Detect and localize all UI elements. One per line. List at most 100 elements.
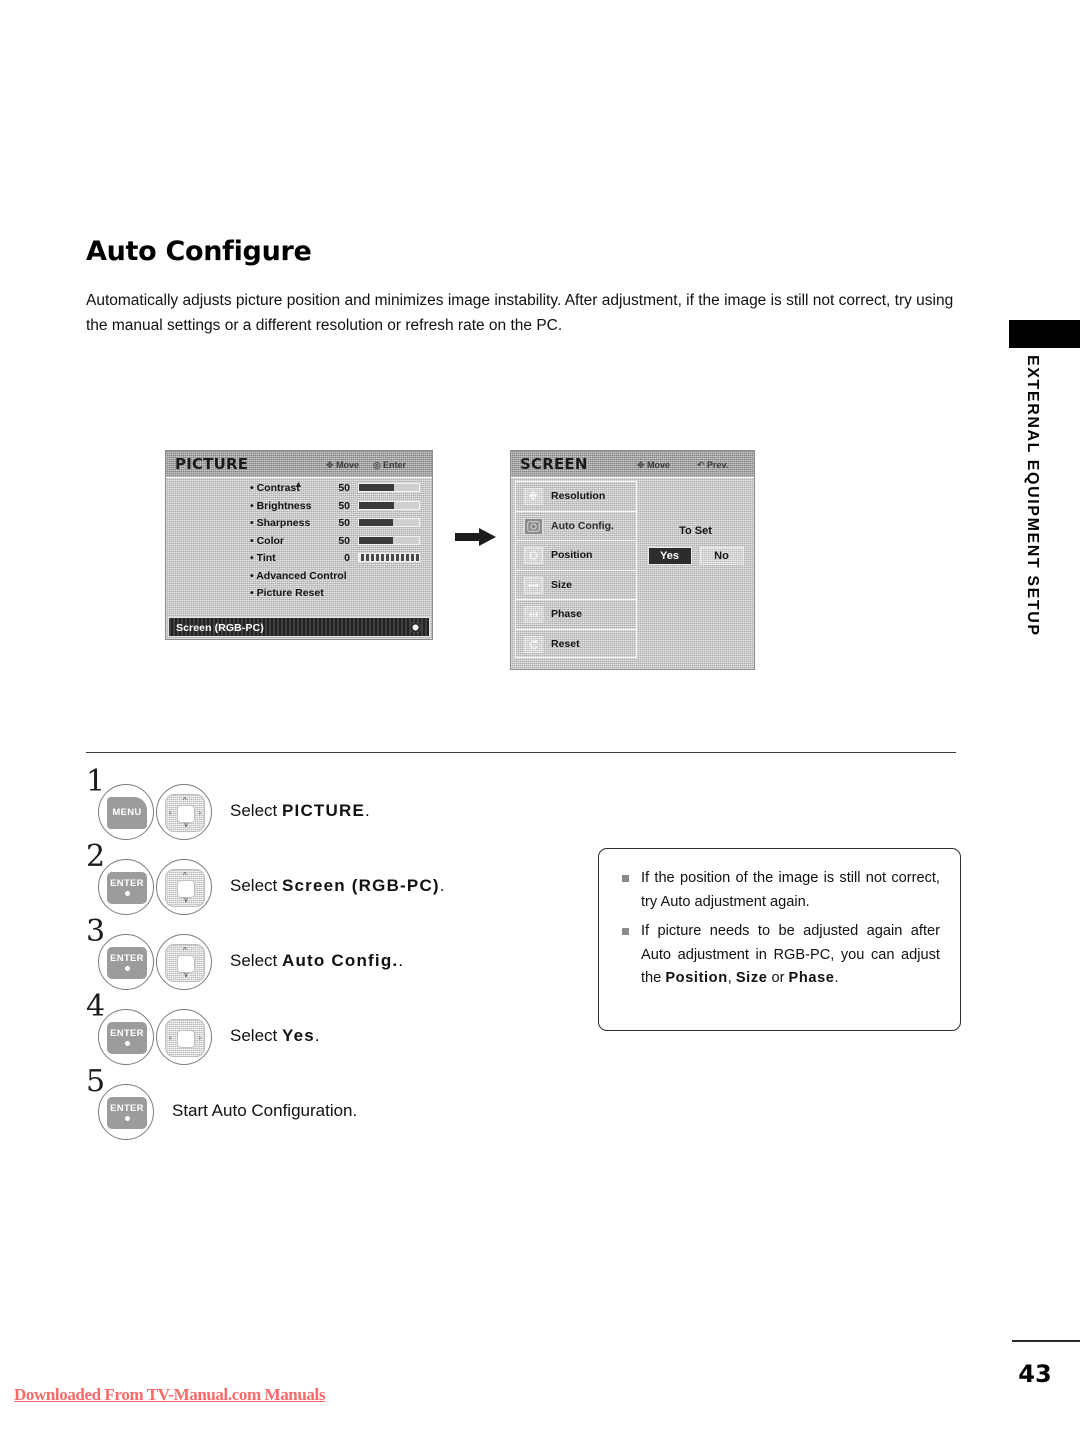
osd-screen-item-position[interactable]: Position <box>515 540 637 570</box>
step-4-text: Select Yes. <box>230 1026 320 1045</box>
step-1-text: Select PICTURE. <box>230 801 370 820</box>
label: Auto Config. <box>551 519 614 532</box>
osd-row-contrast[interactable]: • Contrast 50 <box>166 479 432 497</box>
enter-key-label: ENTER <box>107 1022 147 1054</box>
arrow-up-icon: ^ <box>183 796 187 805</box>
phase-icon <box>524 606 543 623</box>
step-number: 5 <box>86 1064 106 1099</box>
step-number: 3 <box>86 914 106 949</box>
value: 50 <box>338 482 350 494</box>
step-number: 4 <box>86 989 106 1024</box>
enter-button[interactable]: ENTER <box>98 1009 154 1065</box>
osd-picture-menu: PICTURE ✥ Move ◎ Enter ▲ • Contrast 50 • B… <box>165 450 433 640</box>
auto-config-icon <box>524 517 543 535</box>
yes-button[interactable]: Yes <box>647 547 692 565</box>
osd-row-picture-reset[interactable]: • Picture Reset <box>166 584 432 602</box>
enter-key-label: ENTER <box>107 947 147 979</box>
note-box: If the position of the image is still no… <box>598 848 961 1031</box>
arrow-up-icon: ^ <box>183 871 187 880</box>
enter-key-label: ENTER <box>107 872 147 904</box>
dpad-icon: ✥ <box>326 460 334 470</box>
step-number: 1 <box>86 764 106 799</box>
menu-button[interactable]: MENU <box>98 784 154 840</box>
page-number: 43 <box>1018 1360 1052 1388</box>
dpad-icon: ‹ › <box>165 1019 205 1057</box>
bullet-icon <box>622 928 629 935</box>
dpad-icon: ^ ∨ <box>165 869 205 907</box>
side-tab-marker <box>1009 320 1080 348</box>
navigation-pad-ud[interactable]: ^ ∨ <box>156 934 212 990</box>
footer-rule <box>1012 1340 1080 1342</box>
enter-dot-icon: ◎ <box>373 460 381 470</box>
enter-button[interactable]: ENTER <box>98 1084 154 1140</box>
osd-row-tint[interactable]: • Tint 0 <box>166 549 432 567</box>
enter-button[interactable]: ENTER <box>98 859 154 915</box>
step-4: 4 ENTER ‹ › Select Yes. <box>86 989 566 1070</box>
label: Resolution <box>551 490 606 502</box>
note-item-2: If picture needs to be adjusted again af… <box>619 920 940 991</box>
osd-picture-move-hint: ✥ Move <box>326 460 360 470</box>
label: • Contrast <box>250 482 300 494</box>
osd-screen-item-resolution[interactable]: Resolution <box>515 481 637 511</box>
value: 50 <box>338 517 350 529</box>
osd-picture-rows: • Contrast 50 • Brightness 50 • Sharpnes… <box>166 479 432 615</box>
osd-picture-header: PICTURE ✥ Move ◎ Enter <box>166 451 432 478</box>
slider-contrast[interactable] <box>358 483 420 492</box>
dpad-center <box>177 805 195 823</box>
value: 50 <box>338 499 350 512</box>
slider-tint[interactable] <box>358 553 420 562</box>
size-icon <box>524 576 543 594</box>
label: Phase <box>551 608 582 620</box>
osd-screen-move-hint: ✥ Move <box>637 460 671 470</box>
step-2: 2 ENTER ^ ∨ Select Screen (RGB-PC). <box>86 839 566 920</box>
osd-screen-item-reset[interactable]: Reset <box>515 628 637 658</box>
label: • Color <box>250 534 285 547</box>
arrow-right-icon: › <box>198 808 201 817</box>
osd-row-advanced-control[interactable]: • Advanced Control <box>166 567 432 585</box>
return-arrow-icon: ↶ <box>697 460 705 470</box>
dpad-center <box>177 1030 195 1048</box>
enter-dot-icon <box>124 891 130 896</box>
download-watermark: Downloaded From TV-Manual.com Manuals <box>14 1385 326 1404</box>
enter-button[interactable]: ENTER <box>98 934 154 990</box>
osd-screen-header: SCREEN ✥ Move ↶ Prev. <box>511 451 754 478</box>
intro-paragraph: Automatically adjusts picture position a… <box>86 292 954 334</box>
note-item-1: If the position of the image is still no… <box>619 867 940 914</box>
arrow-left-icon: ‹ <box>169 1033 172 1042</box>
osd-screen-prev-hint: ↶ Prev. <box>697 460 729 470</box>
label: Position <box>551 549 593 561</box>
resolution-icon <box>524 488 543 505</box>
enter-dot-icon <box>124 966 130 971</box>
yes-no-group: Yes No <box>641 547 750 565</box>
step-list: 1 MENU ^ ∨ ‹ › Select PICTURE. 2 ENTER ^… <box>86 764 566 1140</box>
osd-screen-item-phase[interactable]: Phase <box>515 599 637 629</box>
slider-color[interactable] <box>358 535 420 545</box>
osd-row-brightness[interactable]: • Brightness 50 <box>166 497 432 515</box>
to-set-label: To Set <box>679 525 712 537</box>
slider-sharpness[interactable] <box>358 518 420 527</box>
navigation-pad-lr[interactable]: ‹ › <box>156 1009 212 1065</box>
slider-brightness[interactable] <box>358 500 420 510</box>
enter-dot-icon <box>410 622 421 633</box>
osd-row-color[interactable]: • Color 50 <box>166 532 432 550</box>
value: 50 <box>338 534 350 547</box>
navigation-pad-lr-ud[interactable]: ^ ∨ ‹ › <box>156 784 212 840</box>
enter-key-label: ENTER <box>107 1097 147 1129</box>
value: 0 <box>344 552 350 564</box>
osd-screen-item-list: Resolution Auto Config. Position Size Ph… <box>515 481 637 658</box>
label: Size <box>551 578 573 591</box>
step-1: 1 MENU ^ ∨ ‹ › Select PICTURE. <box>86 764 566 845</box>
label: • Picture Reset <box>250 587 324 599</box>
label: • Sharpness <box>250 517 311 529</box>
menu-key-label: MENU <box>107 797 147 829</box>
label: • Tint <box>250 552 276 564</box>
navigation-pad-ud[interactable]: ^ ∨ <box>156 859 212 915</box>
osd-row-sharpness[interactable]: • Sharpness 50 <box>166 514 432 532</box>
bullet-icon <box>622 875 629 882</box>
no-button[interactable]: No <box>699 547 744 565</box>
osd-screen-item-size[interactable]: Size <box>515 569 637 599</box>
osd-screen-item-auto-config[interactable]: Auto Config. <box>515 510 637 540</box>
arrow-left-icon: ‹ <box>169 808 172 817</box>
enter-dot-icon <box>124 1116 130 1121</box>
osd-row-screen-rgb-pc[interactable]: Screen (RGB-PC) <box>168 617 430 637</box>
